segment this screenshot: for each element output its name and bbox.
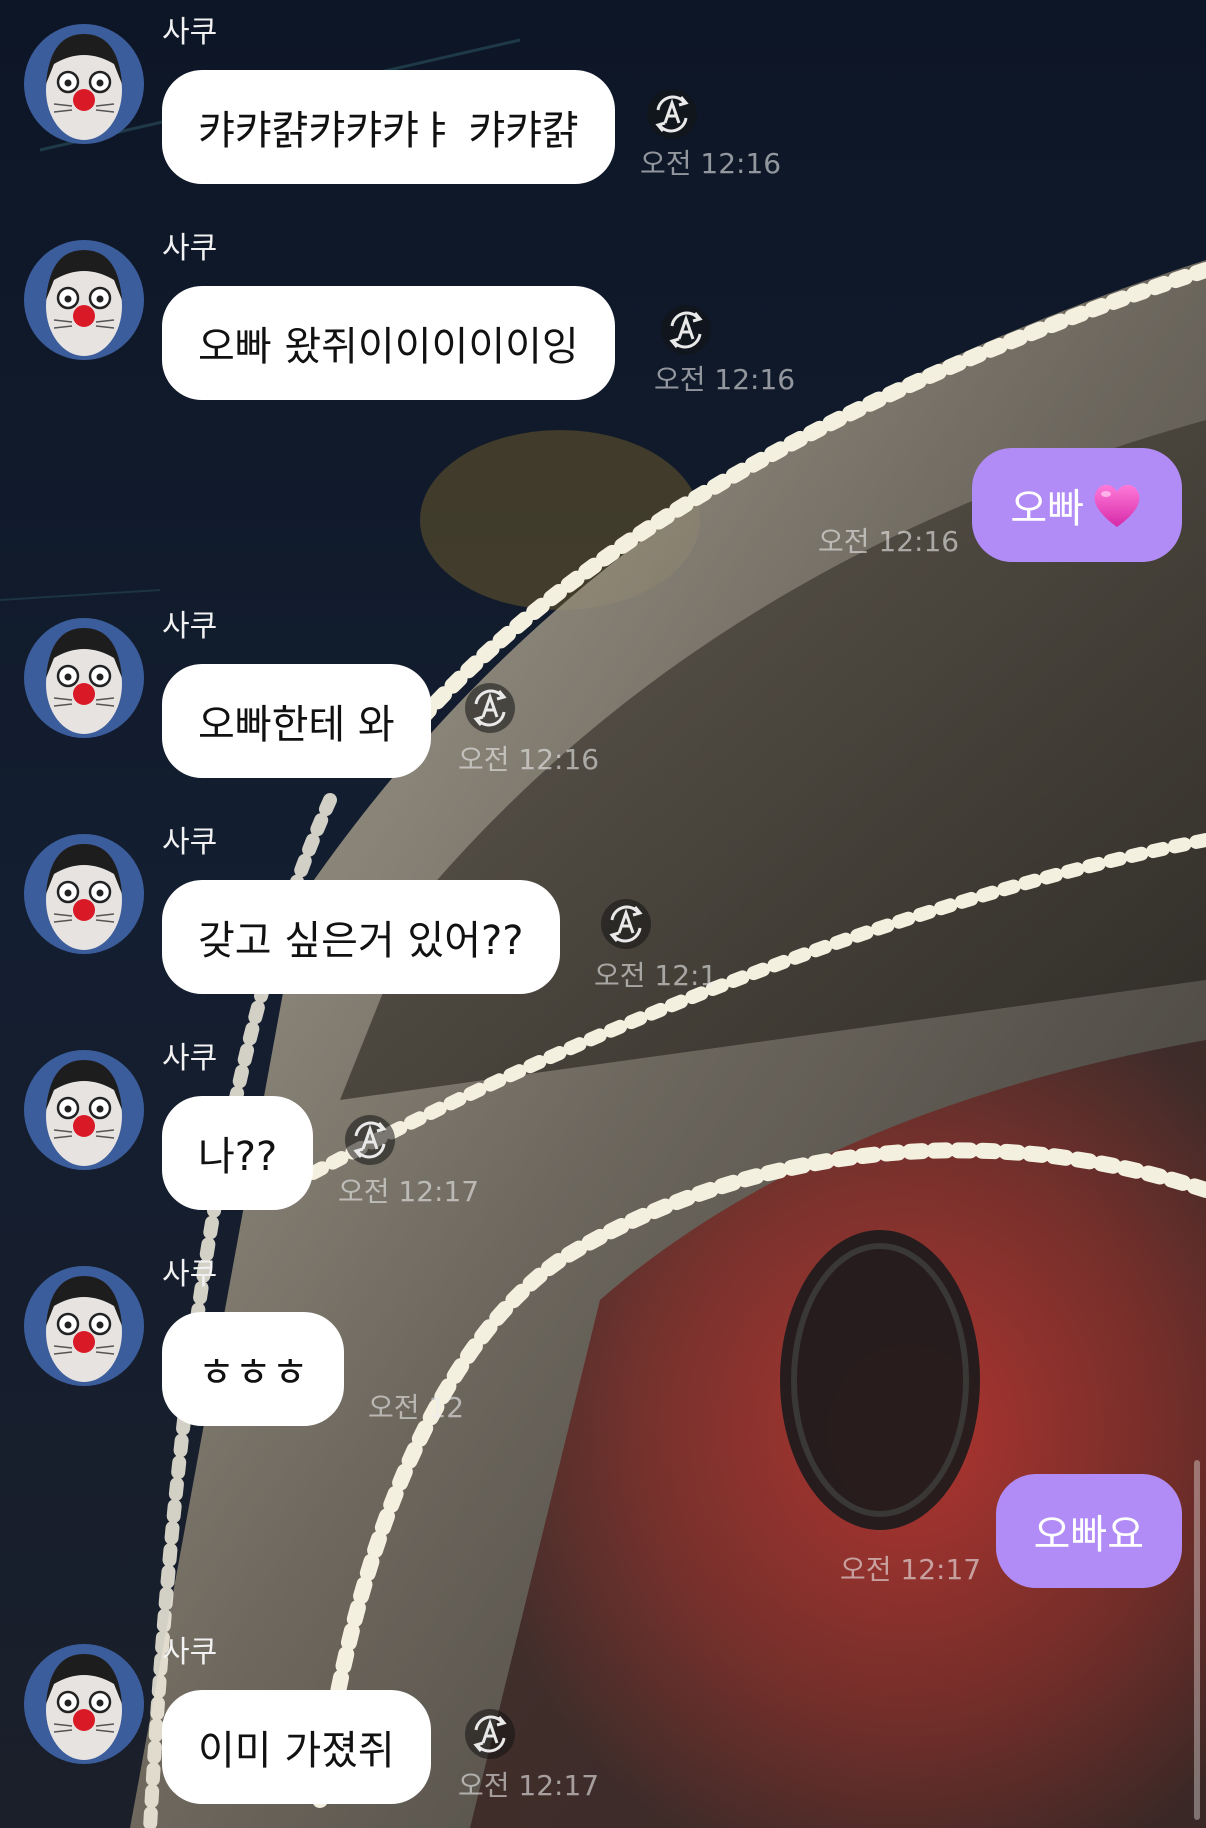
avatar[interactable]	[24, 240, 144, 360]
message-text: 오빠요	[1033, 1512, 1144, 1558]
message-timestamp: 오전 12:17	[840, 1553, 982, 1586]
clown-avatar-icon	[24, 834, 144, 954]
message-bubble-incoming[interactable]: 갖고 싶은거 있어??	[162, 880, 560, 994]
clown-avatar-icon	[24, 1050, 144, 1170]
sender-name: 사쿠	[162, 825, 218, 860]
message-timestamp: 오전 12:16	[458, 743, 600, 776]
sender-name: 사쿠	[162, 231, 218, 266]
clown-avatar-icon	[24, 240, 144, 360]
clown-avatar-icon	[24, 1644, 144, 1764]
message-bubble-incoming[interactable]: 나??	[162, 1096, 314, 1210]
message-text: 오빠	[1010, 486, 1084, 532]
scrollbar[interactable]	[1194, 1460, 1200, 1820]
message-text: 오빠 왔쥐이이이이이잉	[198, 324, 579, 370]
message-bubble-incoming[interactable]: ㅎㅎㅎ	[162, 1312, 345, 1426]
avatar[interactable]	[24, 1050, 144, 1170]
message-bubble-incoming[interactable]: 이미 가졌쥐	[162, 1690, 431, 1804]
sender-name: 사쿠	[162, 15, 218, 50]
message-bubble-outgoing[interactable]: 오빠	[972, 448, 1182, 562]
translate-icon[interactable]	[600, 898, 652, 950]
message-timestamp: 오전 12:17	[338, 1175, 480, 1208]
translate-icon[interactable]	[646, 88, 698, 140]
message-bubble-incoming[interactable]: 오빠한테 와	[162, 664, 431, 778]
clown-avatar-icon	[24, 1266, 144, 1386]
message-timestamp: 오전 12:16	[654, 363, 796, 396]
message-timestamp: 오전 12:16	[640, 147, 782, 180]
message-text: 이미 가졌쥐	[198, 1728, 395, 1774]
sender-name: 사쿠	[162, 609, 218, 644]
translate-icon[interactable]	[464, 1708, 516, 1760]
sender-name: 사쿠	[162, 1257, 218, 1292]
sender-name: 사쿠	[162, 1041, 218, 1076]
message-text: 나??	[198, 1134, 278, 1180]
avatar[interactable]	[24, 618, 144, 738]
message-text: 오빠한테 와	[198, 702, 395, 748]
translate-icon[interactable]	[660, 304, 712, 356]
sender-name: 사쿠	[162, 1635, 218, 1670]
clown-avatar-icon	[24, 24, 144, 144]
message-timestamp: 오전 12:16	[818, 525, 960, 558]
translate-icon[interactable]	[344, 1114, 396, 1166]
avatar[interactable]	[24, 834, 144, 954]
message-timestamp: 오전 12	[368, 1391, 465, 1424]
message-text: 갖고 싶은거 있어??	[198, 918, 524, 964]
clown-avatar-icon	[24, 618, 144, 738]
message-timestamp: 오전 12:17	[458, 1769, 600, 1802]
message-bubble-outgoing[interactable]: 오빠요	[995, 1474, 1182, 1588]
message-timestamp: 오전 12:1	[594, 959, 718, 992]
translate-icon[interactable]	[464, 682, 516, 734]
message-bubble-incoming[interactable]: 캬캬캵캬캬캬ㅑ 캬캬캵	[162, 70, 615, 184]
message-bubble-incoming[interactable]: 오빠 왔쥐이이이이이잉	[162, 286, 615, 400]
avatar[interactable]	[24, 1266, 144, 1386]
avatar[interactable]	[24, 1644, 144, 1764]
message-text: 캬캬캵캬캬캬ㅑ 캬캬캵	[198, 108, 579, 154]
chat-room: 사쿠 캬캬캵캬캬캬ㅑ 캬캬캵 오전 12:16 사쿠 오빠 왔쥐이이이이이잉 오…	[0, 0, 1206, 1828]
message-text: ㅎㅎㅎ	[198, 1350, 309, 1396]
purple-heart-icon	[1090, 480, 1144, 530]
avatar[interactable]	[24, 24, 144, 144]
